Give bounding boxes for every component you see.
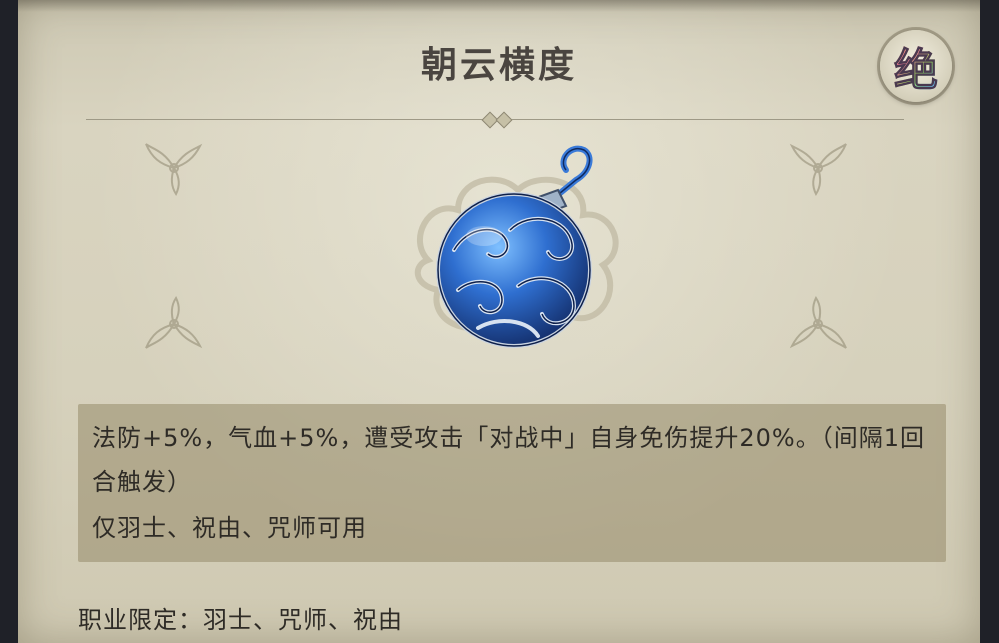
blue-cloud-orb-pendant-icon (414, 145, 619, 348)
item-effect-text: 法防+5%，气血+5%，遭受攻击「对战中」自身免伤提升20%。（间隔1回合触发） (92, 424, 925, 496)
item-restriction-text: 仅羽士、祝由、咒师可用 (92, 514, 367, 542)
tooltip-frame: 朝云横度 绝 法防+5%，气血+5%，遭受攻击「对战中」自身免伤提升20%。（间… (0, 0, 999, 643)
item-detail-panel: 朝云横度 绝 法防+5%，气血+5%，遭受攻击「对战中」自身免伤提升20%。（间… (18, 0, 980, 643)
flourish-ornament-icon (145, 143, 203, 196)
divider-gem-icon (495, 111, 513, 129)
grade-label: 绝 (894, 34, 939, 98)
item-title: 朝云横度 (420, 44, 577, 86)
job-limit-row: 职业限定：羽士、咒师、祝由 (78, 600, 403, 635)
job-limit-label: 职业限定： (78, 606, 203, 634)
flourish-ornament-icon (789, 296, 847, 349)
flourish-ornament-icon (145, 296, 203, 349)
grade-badge: 绝 (880, 30, 952, 102)
job-limit-classes: 羽士、咒师、祝由 (203, 606, 403, 634)
flourish-ornament-icon (789, 143, 847, 196)
